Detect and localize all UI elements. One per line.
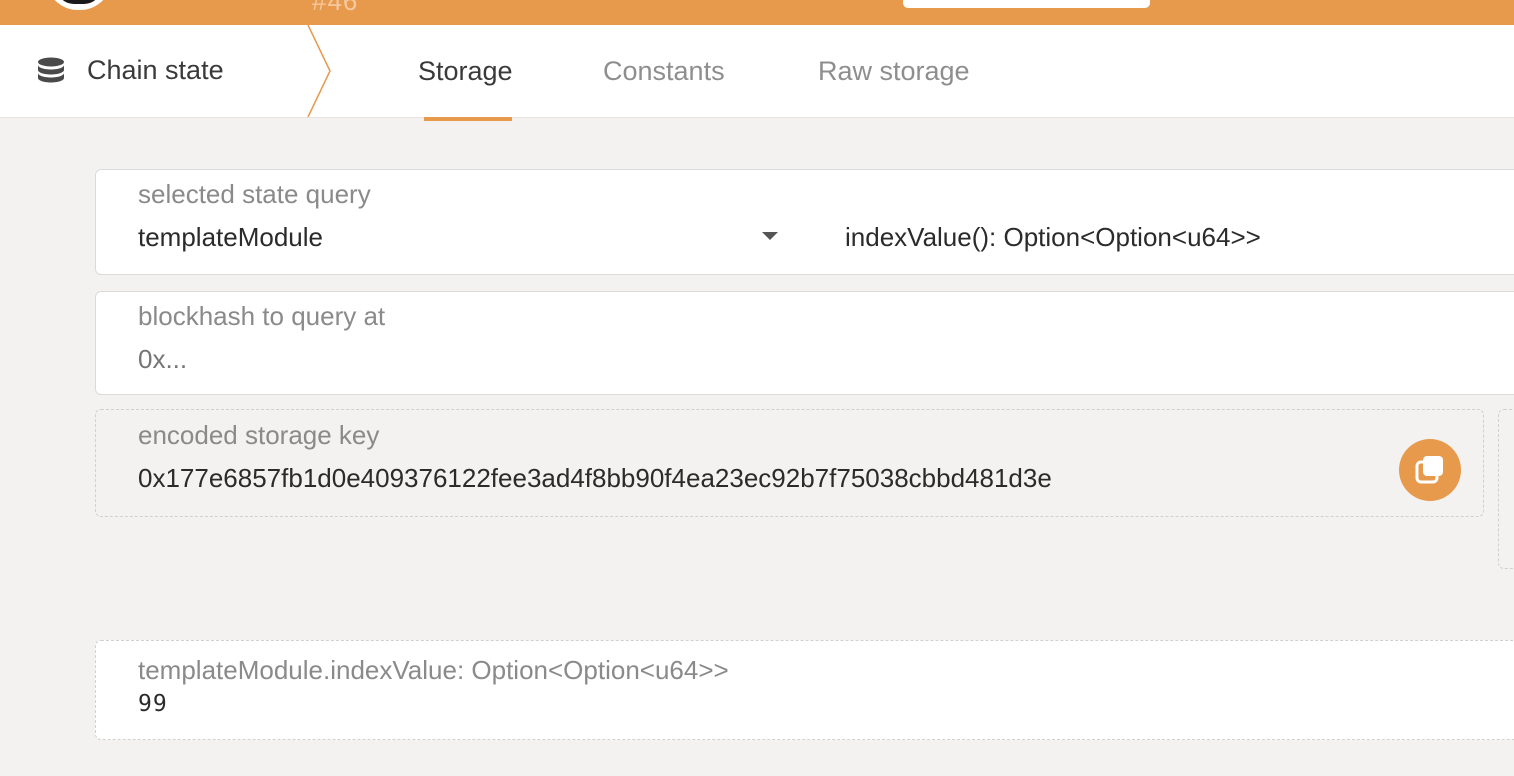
copy-icon xyxy=(1415,456,1443,484)
tabs-bar: Chain state Storage Constants Raw storag… xyxy=(0,25,1514,118)
logo[interactable] xyxy=(46,0,112,10)
method-dropdown[interactable]: indexValue(): Option<Option<u64>> xyxy=(816,170,1514,276)
storage-key-card: encoded storage key 0x177e6857fb1d0e4093… xyxy=(95,409,1484,517)
state-query-card: selected state query templateModule inde… xyxy=(95,169,1514,275)
tab-constants[interactable]: Constants xyxy=(603,56,725,87)
blockhash-card: blockhash to query at xyxy=(95,291,1514,395)
chevron-down-icon xyxy=(762,232,778,240)
section-header: Chain state xyxy=(0,25,310,117)
top-search-field[interactable] xyxy=(903,0,1150,8)
database-icon xyxy=(38,57,64,83)
module-value: templateModule xyxy=(138,222,323,252)
storage-key-value: 0x177e6857fb1d0e409376122fee3ad4f8bb90f4… xyxy=(138,463,1052,493)
result-value: 99 xyxy=(138,691,168,717)
module-dropdown[interactable]: templateModule xyxy=(96,170,796,276)
query-result-card: templateModule.indexValue: Option<Option… xyxy=(95,640,1514,740)
method-value: indexValue(): Option<Option<u64>> xyxy=(845,222,1261,252)
breadcrumb-chevron-icon xyxy=(307,25,331,117)
tab-storage[interactable]: Storage xyxy=(418,56,513,87)
storage-key-label: encoded storage key xyxy=(138,420,380,450)
active-tab-indicator xyxy=(424,117,512,121)
block-number: #46 xyxy=(312,0,359,16)
logo-mark xyxy=(56,0,102,4)
blockhash-label: blockhash to query at xyxy=(138,301,386,331)
top-bar: #46 xyxy=(0,0,1514,25)
copy-button[interactable] xyxy=(1399,439,1461,501)
blockhash-input[interactable] xyxy=(138,344,1438,375)
tab-raw-storage[interactable]: Raw storage xyxy=(818,56,970,87)
result-label: templateModule.indexValue: Option<Option… xyxy=(138,655,729,685)
side-panel-card xyxy=(1498,409,1514,569)
section-title: Chain state xyxy=(87,55,224,85)
